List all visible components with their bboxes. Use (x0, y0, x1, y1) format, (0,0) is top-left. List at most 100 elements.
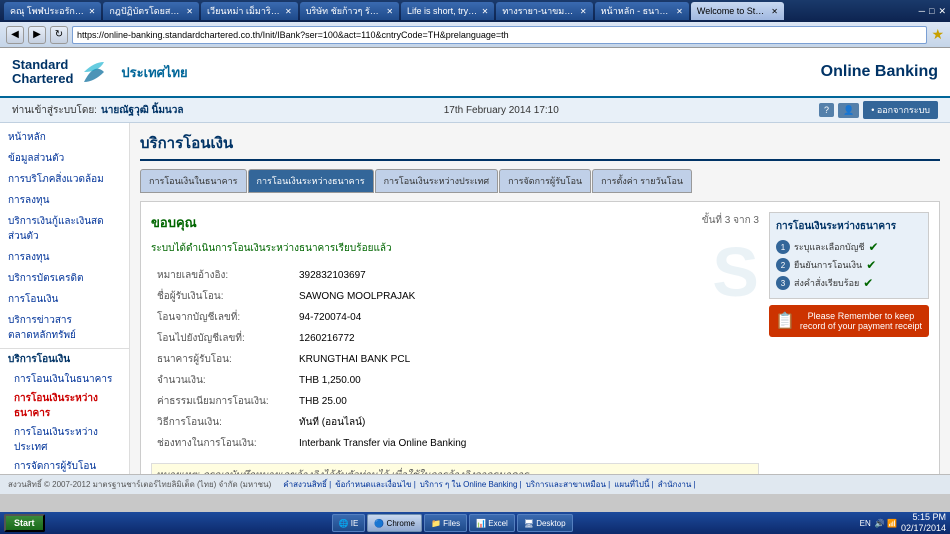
page-heading: บริการโอนเงิน (140, 131, 940, 161)
check-icon: ✔ (863, 276, 873, 290)
browser-tab[interactable]: หน้าหลัก - ธนาทร...✕ (595, 2, 689, 20)
thank-you-text: ขอบคุณ (151, 212, 197, 233)
taskbar-apps: 🌐 IE🔵 Chrome📁 Files📊 Excel🖥 Desktop (332, 514, 573, 532)
receipt-right: การโอนเงินระหว่างธนาคาร 1ระบุและเลือกบัญ… (769, 212, 929, 474)
system-clock: 5:15 PM 02/17/2014 (901, 512, 946, 534)
user-bar: ท่านเข้าสู่ระบบโดย: นายณัฐวุฒิ นิ้มนวล 1… (0, 98, 950, 123)
sidebar-item[interactable]: บริการบัตรเครดิต (0, 268, 129, 289)
browser-tab[interactable]: คณุ โพฬประอรัก อ...✕ (4, 2, 101, 20)
taskbar-app[interactable]: 📊 Excel (469, 514, 515, 532)
receipt-row: ช่องทางในการโอนเงิน:Interbank Transfer v… (153, 434, 757, 453)
step-number: 3 (776, 276, 790, 290)
receipt-row: ธนาคารผู้รับโอน:KRUNGTHAI BANK PCL (153, 350, 757, 369)
footer-link[interactable]: คำสงวนสิทธิ์ | (283, 478, 331, 491)
browser-tab[interactable]: ทางรายา-นาขมอง...✕ (496, 2, 592, 20)
help-button[interactable]: ? (819, 103, 834, 117)
profile-button[interactable]: 👤 (838, 103, 859, 118)
field-value: 392832103697 (295, 266, 757, 285)
field-label: หมายเลขอ้างอิง: (153, 266, 293, 285)
taskbar-app[interactable]: 🌐 IE (332, 514, 366, 532)
steps-box: การโอนเงินระหว่างธนาคาร 1ระบุและเลือกบัญ… (769, 212, 929, 299)
steps-title: การโอนเงินระหว่างธนาคาร (776, 219, 922, 234)
sidebar-section: บริการโอนเงิน (0, 348, 129, 370)
browser-tab[interactable]: Welcome to Stan...✕ (691, 2, 784, 20)
field-label: วิธีการโอนเงิน: (153, 413, 293, 432)
sidebar-sub-item[interactable]: การโอนเงินระหว่างธนาคาร (0, 389, 129, 423)
bank-header: Standard Chartered ประเทศไทย Online Bank… (0, 48, 950, 98)
taskbar-app[interactable]: 🔵 Chrome (367, 514, 422, 532)
field-value: Interbank Transfer via Online Banking (295, 434, 757, 453)
datetime-display: 17th February 2014 17:10 (444, 105, 559, 116)
step-number: 2 (776, 258, 790, 272)
close-icon[interactable]: ✕ (938, 6, 946, 17)
receipt-row: โอนไปยังบัญชีเลขที่:1260216772 (153, 329, 757, 348)
bank-logo-icon (79, 57, 109, 87)
sidebar-item[interactable]: การโอนเงิน (0, 289, 129, 310)
win-taskbar: Start 🌐 IE🔵 Chrome📁 Files📊 Excel🖥 Deskto… (0, 512, 950, 534)
note-text: หมายเหตุ: กรุณาบันทึกหมายเลขอ้างอิงไว้กั… (151, 463, 759, 474)
sidebar-item[interactable]: การลงทุน (0, 190, 129, 211)
reminder-box: 📋 Please Remember to keep record of your… (769, 305, 929, 337)
field-value: 1260216772 (295, 329, 757, 348)
user-info: ท่านเข้าสู่ระบบโดย: นายณัฐวุฒิ นิ้มนวล (12, 103, 184, 118)
footer-link[interactable]: สำนักงาน | (658, 478, 696, 491)
content-tab[interactable]: การโอนเงินในธนาคาร (140, 169, 247, 193)
sidebar-item[interactable]: ข้อมูลส่วนตัว (0, 148, 129, 169)
step-item: 3ส่งคำสั่งเรียบร้อย✔ (776, 274, 922, 292)
back-button[interactable]: ◀ (6, 26, 24, 44)
url-input[interactable]: https://online-banking.standardchartered… (72, 26, 927, 44)
footer-link[interactable]: บริการ ๆ ใน Online Banking | (420, 478, 522, 491)
browser-tab[interactable]: เวียนหม่า เม็มาริ ตั...✕ (201, 2, 298, 20)
url-text: https://online-banking.standardchartered… (77, 30, 509, 40)
receipt-row: หมายเลขอ้างอิง:392832103697 (153, 266, 757, 285)
sidebar-item[interactable]: การบริโภคสิ่งแวดล้อม (0, 169, 129, 190)
field-value: THB 25.00 (295, 392, 757, 411)
bookmark-icon[interactable]: ★ (931, 26, 944, 43)
browser-tab[interactable]: Life is short, try e...✕ (401, 2, 494, 20)
check-icon: ✔ (868, 240, 878, 254)
content-tab[interactable]: การจัดการผู้รับโอน (499, 169, 591, 193)
content-tab[interactable]: การตั้งค่า รายวันโอน (592, 169, 692, 193)
refresh-button[interactable]: ↻ (50, 26, 68, 44)
field-label: ชื่อผู้รับเงินโอน: (153, 287, 293, 306)
maximize-icon[interactable]: □ (929, 6, 934, 16)
footer-link[interactable]: แผนที่ไปนี้ | (614, 478, 653, 491)
user-actions: ? 👤 • ออกจากระบบ (819, 101, 938, 119)
sidebar-item[interactable]: การลงทุน (0, 247, 129, 268)
start-button[interactable]: Start (4, 514, 45, 532)
field-label: โอนจากบัญชีเลขที่: (153, 308, 293, 327)
receipt-left: ขอบคุณ ขั้นที่ 3 จาก 3 ระบบได้ดำเนินการโ… (151, 212, 759, 474)
field-value: 94-720074-04 (295, 308, 757, 327)
browser-tab[interactable]: กฎปัฏิบัตรโดยสาร...✕ (103, 2, 199, 20)
content-tab[interactable]: การโอนเงินระหว่างธนาคาร (248, 169, 374, 193)
taskbar-app[interactable]: 🖥 Desktop (517, 514, 573, 532)
footer-link[interactable]: ข้อกำหนดและเงื่อนไข | (335, 478, 416, 491)
step-item: 1ระบุและเลือกบัญชี✔ (776, 238, 922, 256)
content-tab[interactable]: การโอนเงินระหว่างประเทศ (375, 169, 499, 193)
footer-link[interactable]: บริการและสาขาเหมือน | (526, 478, 611, 491)
step-text: ระบุและเลือกบัญชี (794, 240, 864, 254)
page-content: Standard Chartered ประเทศไทย Online Bank… (0, 48, 950, 494)
forward-button[interactable]: ▶ (28, 26, 46, 44)
sidebar-sub-item[interactable]: การโอนเงินในธนาคาร (0, 370, 129, 389)
sidebar-item[interactable]: หน้าหลัก (0, 127, 129, 148)
check-icon: ✔ (866, 258, 876, 272)
step-indicator: ขั้นที่ 3 จาก 3 (702, 213, 759, 228)
sidebar-item[interactable]: บริการเงินกู้และเงินสดส่วนตัว (0, 211, 129, 247)
bank-title: Online Banking (821, 63, 938, 81)
field-label: จำนวนเงิน: (153, 371, 293, 390)
bank-logo: Standard Chartered ประเทศไทย (12, 57, 188, 87)
browser-tab[interactable]: บริษัท ชัยก้าวๆ รักก...✕ (300, 2, 399, 20)
sidebar-item[interactable]: บริการข่าวสารตลาดหลักทรัพย์ (0, 310, 129, 346)
step-item: 2ยืนยันการโอนเงิน✔ (776, 256, 922, 274)
logout-button[interactable]: • ออกจากระบบ (863, 101, 938, 119)
reminder-text: Please Remember to keep record of your p… (799, 311, 923, 331)
field-value: ทันที (ออนไลน์) (295, 413, 757, 432)
sidebar-sub-item[interactable]: การโอนเงินระหว่างประเทศ (0, 423, 129, 457)
bank-name-line1: Standard (12, 58, 73, 72)
sidebar-sub-item[interactable]: การจัดการผู้รับโอน (0, 457, 129, 474)
taskbar-app[interactable]: 📁 Files (424, 514, 467, 532)
tray-lang: EN (860, 519, 871, 528)
minimize-icon[interactable]: ─ (919, 6, 925, 16)
success-message: ระบบได้ดำเนินการโอนเงินระหว่างธนาคารเรีย… (151, 241, 759, 256)
